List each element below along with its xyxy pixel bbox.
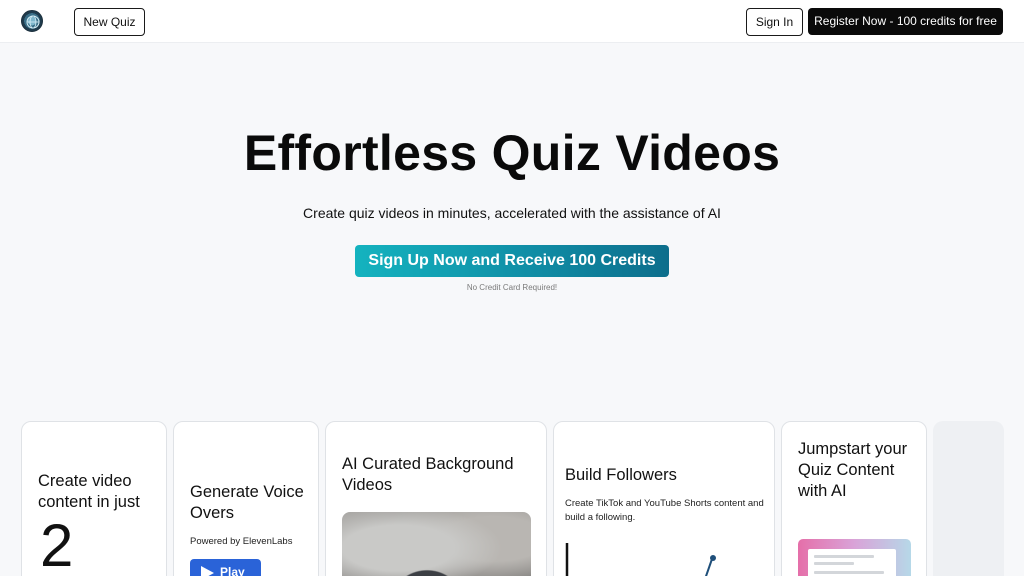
register-button[interactable]: Register Now - 100 credits for free (808, 8, 1003, 35)
new-quiz-button[interactable]: New Quiz (74, 8, 145, 36)
feature-title: AI Curated Background Videos (342, 455, 514, 494)
app-preview-image (798, 539, 911, 576)
feature-title: Generate Voice Overs (190, 483, 304, 522)
signup-cta-button[interactable]: Sign Up Now and Receive 100 Credits (355, 245, 669, 277)
feature-card-partial (933, 421, 1004, 576)
feature-card-video-time: Create video content in just 2 (21, 421, 167, 576)
feature-card-voice-overs: Generate Voice Overs Powered by ElevenLa… (173, 421, 319, 576)
feature-caption: Powered by ElevenLabs (190, 536, 293, 547)
feature-card-background-videos: AI Curated Background Videos (325, 421, 547, 576)
feature-big-number: 2 (40, 512, 74, 576)
hero-subtitle: Create quiz videos in minutes, accelerat… (303, 205, 721, 221)
sign-in-button[interactable]: Sign In (746, 8, 803, 36)
feature-title: Build Followers (565, 466, 677, 484)
top-nav: New Quiz Sign In Register Now - 100 cred… (0, 0, 1024, 43)
hero-title: Effortless Quiz Videos (243, 125, 781, 181)
play-label: Play (220, 565, 245, 576)
feature-caption: Create TikTok and YouTube Shorts content… (565, 498, 764, 523)
feature-title: Create video content in just (38, 472, 140, 511)
feature-card-jumpstart-ai: Jumpstart your Quiz Content with AI (781, 421, 927, 576)
cta-note: No Credit Card Required! (466, 283, 558, 292)
globe-logo-icon[interactable] (21, 10, 43, 32)
feature-card-build-followers: Build Followers Create TikTok and YouTub… (553, 421, 775, 576)
growth-chart-graphic (565, 543, 716, 576)
play-button[interactable]: Play (190, 559, 261, 576)
background-video-thumbnail (342, 512, 531, 576)
feature-title: Jumpstart your Quiz Content with AI (798, 440, 908, 500)
